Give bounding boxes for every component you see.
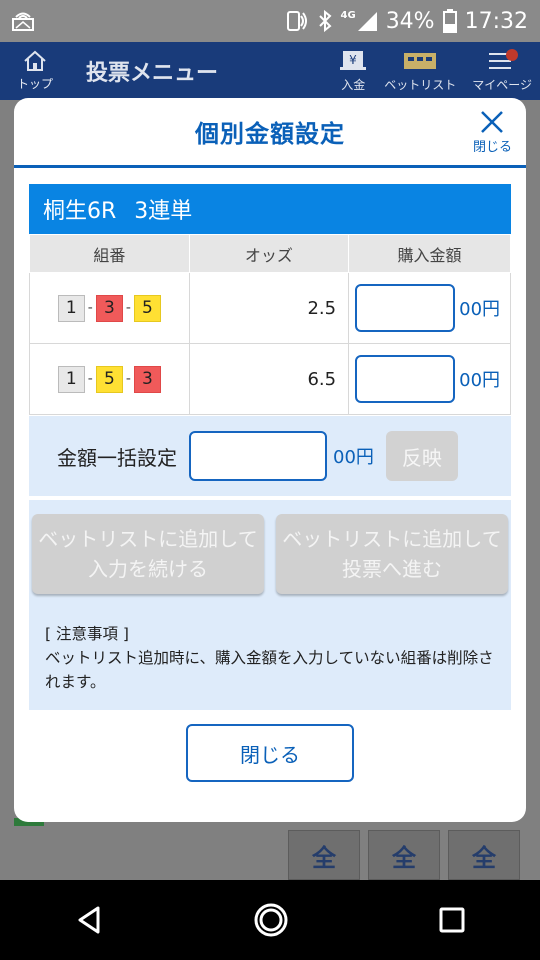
combo-cell: 1 - 3 - 5 bbox=[29, 272, 190, 344]
boat-number: 5 bbox=[133, 294, 161, 322]
yen-ticket-icon: ¥ bbox=[338, 49, 368, 76]
close-button[interactable]: 閉じる bbox=[186, 724, 354, 782]
action-panel: ベットリストに追加して 入力を続ける ベットリストに追加して 投票へ進む [ 注… bbox=[29, 498, 511, 710]
app-header: トップ 投票メニュー ¥ 入金 ベットリスト マイページ bbox=[0, 42, 540, 100]
race-info-bar: 桐生6R 3連単 bbox=[29, 184, 511, 234]
table-header-row: 組番 オッズ 購入金額 bbox=[29, 234, 511, 273]
modal-title: 個別金額設定 bbox=[195, 120, 345, 148]
notice-heading: [ 注意事項 ] bbox=[45, 625, 129, 643]
boat-number: 1 bbox=[57, 365, 85, 393]
column-header-combo: 組番 bbox=[29, 234, 190, 273]
amount-unit: 00円 bbox=[459, 370, 501, 391]
reflect-button[interactable]: 反映 bbox=[385, 431, 458, 481]
background-tab: 全 bbox=[368, 830, 440, 880]
combo: 1 - 3 - 5 bbox=[57, 294, 161, 322]
boat-number: 3 bbox=[95, 294, 123, 322]
background-tabs: 全 全 全 bbox=[288, 830, 520, 880]
boat-number: 5 bbox=[95, 365, 123, 393]
signal-icon: 4G bbox=[341, 10, 378, 32]
add-and-proceed-button[interactable]: ベットリストに追加して 投票へ進む bbox=[276, 514, 508, 594]
betlist-icon bbox=[400, 49, 440, 76]
modal-close-x-button[interactable]: 閉じる bbox=[473, 110, 512, 155]
back-icon[interactable] bbox=[74, 905, 104, 935]
bet-type: 3連単 bbox=[134, 199, 193, 224]
race-venue: 桐生6R bbox=[43, 199, 117, 224]
home-button[interactable]: トップ bbox=[0, 50, 70, 92]
background-tab: 全 bbox=[448, 830, 520, 880]
amount-cell: 00円 bbox=[348, 343, 511, 415]
bulk-amount-input[interactable] bbox=[189, 431, 327, 481]
boat-number: 3 bbox=[133, 365, 161, 393]
notification-icon bbox=[12, 11, 34, 31]
boat-number: 1 bbox=[57, 294, 85, 322]
bulk-amount-unit: 00円 bbox=[333, 447, 374, 468]
betlist-button[interactable]: ベットリスト bbox=[376, 49, 464, 93]
bets-table: 組番 オッズ 購入金額 1 - 3 - 5 2.5 00円 1 - 5 - 3 … bbox=[29, 234, 511, 415]
nfc-icon bbox=[283, 8, 309, 34]
column-header-odds: オッズ bbox=[188, 234, 350, 273]
amount-input[interactable] bbox=[355, 284, 456, 332]
home-icon bbox=[22, 50, 48, 75]
amount-unit: 00円 bbox=[459, 299, 501, 320]
table-row: 1 - 3 - 5 2.5 00円 bbox=[29, 272, 511, 344]
mypage-button[interactable]: マイページ bbox=[464, 49, 540, 93]
notice-text: [ 注意事項 ] ベットリスト追加時に、購入金額を入力していない組番は削除されま… bbox=[45, 622, 501, 694]
add-and-continue-button[interactable]: ベットリストに追加して 入力を続ける bbox=[32, 514, 264, 594]
odds-value: 2.5 bbox=[188, 272, 350, 344]
close-icon bbox=[480, 110, 504, 136]
navigation-bar bbox=[0, 880, 540, 960]
recents-icon[interactable] bbox=[438, 906, 466, 934]
deposit-button[interactable]: ¥ 入金 bbox=[330, 49, 376, 93]
amount-cell: 00円 bbox=[348, 272, 511, 344]
table-row: 1 - 5 - 3 6.5 00円 bbox=[29, 343, 511, 415]
combo-cell: 1 - 5 - 3 bbox=[29, 343, 190, 415]
home-circle-icon[interactable] bbox=[253, 902, 289, 938]
column-header-amount: 購入金額 bbox=[348, 234, 511, 273]
bulk-amount-panel: 金額一括設定 00円 反映 bbox=[29, 416, 511, 496]
svg-text:¥: ¥ bbox=[349, 53, 357, 67]
odds-value: 6.5 bbox=[188, 343, 350, 415]
battery-icon bbox=[442, 9, 457, 33]
amount-settings-modal: 個別金額設定 閉じる 桐生6R 3連単 組番 オッズ 購入金額 1 - 3 - … bbox=[14, 98, 526, 822]
notice-body: ベットリスト追加時に、購入金額を入力していない組番は削除されます。 bbox=[45, 649, 494, 691]
background-tab: 全 bbox=[288, 830, 360, 880]
status-bar: 4G 34% 17:32 bbox=[0, 0, 540, 42]
clock: 17:32 bbox=[464, 8, 528, 34]
bluetooth-icon bbox=[317, 9, 333, 33]
page-title: 投票メニュー bbox=[86, 61, 219, 86]
modal-header: 個別金額設定 閉じる bbox=[14, 98, 526, 168]
amount-input[interactable] bbox=[355, 355, 456, 403]
battery-percent: 34% bbox=[385, 8, 435, 34]
bulk-amount-label: 金額一括設定 bbox=[57, 445, 177, 470]
menu-icon bbox=[485, 49, 519, 76]
combo: 1 - 5 - 3 bbox=[57, 365, 161, 393]
